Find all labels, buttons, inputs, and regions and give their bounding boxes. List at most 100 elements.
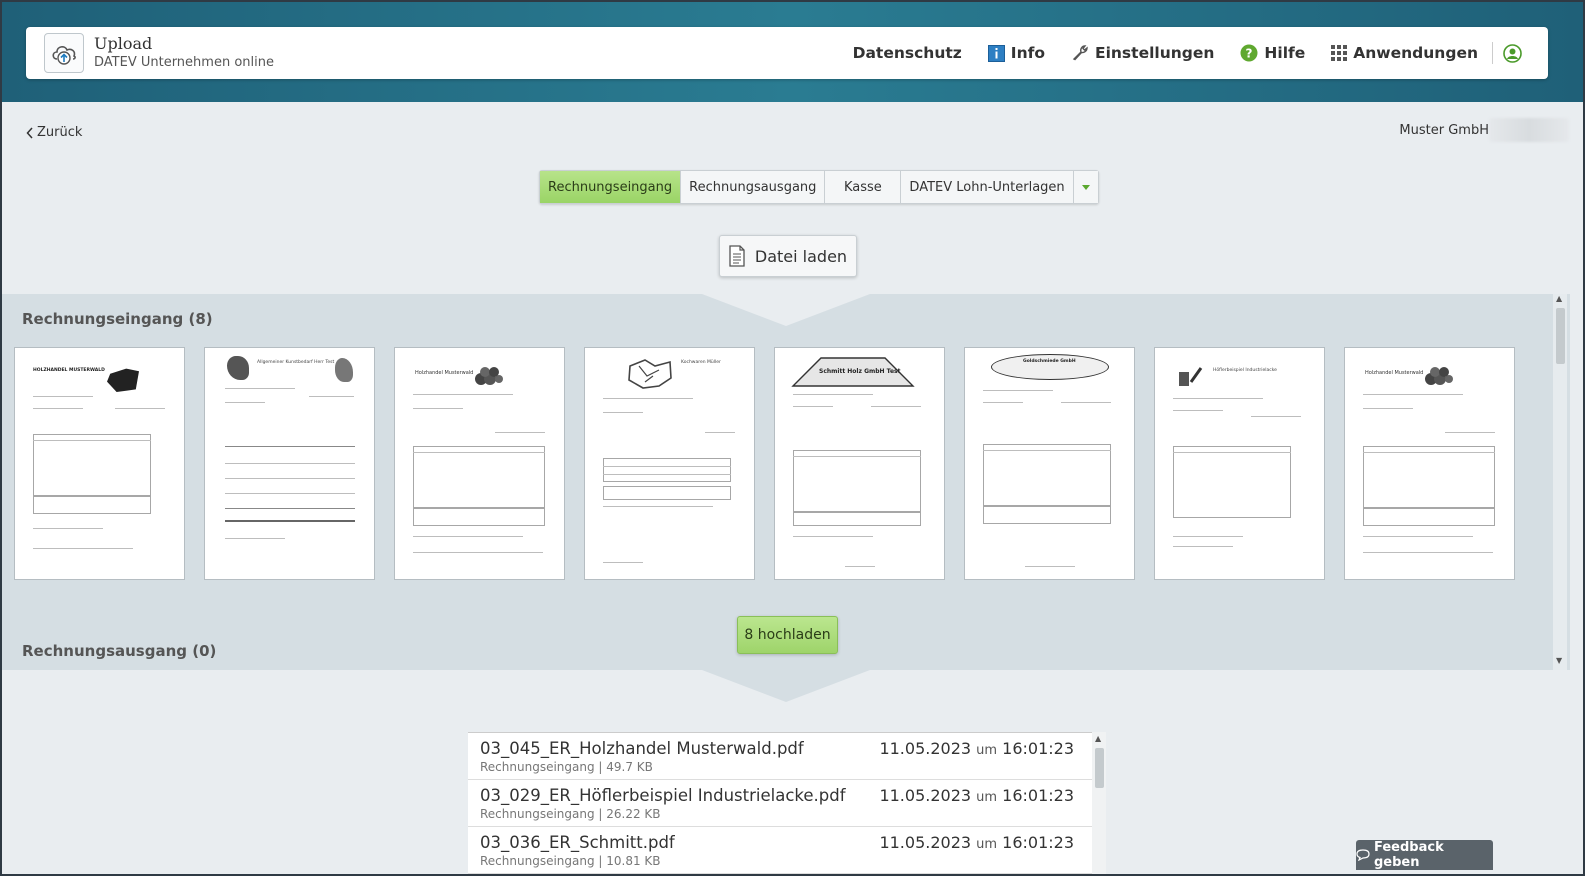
section-title-rechnungseingang: Rechnungseingang (8) [22,310,213,328]
thumb-line [603,562,643,563]
thumb-logo-text: Holzhandel Musterwald [1365,370,1424,376]
nav-anwendungen-label: Anwendungen [1353,44,1478,62]
svg-text:?: ? [1246,47,1253,61]
nav-info[interactable]: Info [987,44,1045,62]
thumb-line [413,452,545,453]
thumb-line [1363,408,1413,409]
panel-scrollbar[interactable]: ▲ ▼ [1553,294,1567,670]
scrollbar-thumb[interactable] [1556,308,1565,364]
thumb-line [603,466,731,467]
back-link[interactable]: Zurück [26,125,82,140]
thumb-table [603,458,731,482]
thumb-logo-text: Holzhandel Musterwald [415,370,474,376]
scrollbar-thumb[interactable] [1095,748,1104,788]
document-thumbnail[interactable]: Allgemeiner Kunstbedarf Herr Test [204,347,375,580]
thumb-line [1445,432,1495,433]
thumb-line [33,548,133,549]
document-thumbnail[interactable]: Kochwaren Müller [584,347,755,580]
list-item[interactable]: 03_045_ER_Holzhandel Musterwald.pdf Rech… [468,733,1092,780]
thumb-line [225,493,355,494]
upload-8-button[interactable]: 8 hochladen [737,616,838,654]
document-thumbnail[interactable]: Holzhandel Musterwald [1344,347,1515,580]
document-thumbnail[interactable]: Höflerbeispiel Industrielacke [1154,347,1325,580]
app-title: Upload [94,34,153,53]
nav-einstellungen[interactable]: Einstellungen [1071,44,1214,62]
file-time: 16:01:23 [1002,786,1074,805]
thumb-logo-text: Goldschmiede GmbH [1023,359,1076,364]
file-timestamp: 11.05.2023 um 16:01:23 [879,739,1074,758]
thumb-logo-text: Höflerbeispiel Industrielacke [1213,368,1277,373]
nav-hilfe-label: Hilfe [1264,44,1306,62]
thumb-line [1363,452,1495,453]
thumb-line [495,432,545,433]
thumb-table [983,506,1111,524]
thumb-line [225,538,285,539]
file-timestamp: 11.05.2023 um 16:01:23 [879,786,1074,805]
thumb-line [845,566,875,567]
scroll-up-icon[interactable]: ▲ [1556,294,1562,303]
thumb-line [225,520,355,522]
thumb-logo-icon [227,356,249,380]
file-time: 16:01:23 [1002,833,1074,852]
tab-rechnungseingang[interactable]: Rechnungseingang [540,171,682,203]
feedback-label: Feedback geben [1374,840,1444,870]
thumb-line [983,402,1023,403]
nav-divider [1492,42,1493,64]
thumb-line [33,396,93,397]
thumb-line [1173,546,1233,547]
thumb-line [1173,398,1263,399]
thumb-table [603,486,731,500]
panel-notch-bottom [702,670,870,702]
thumbnail-strip: HOLZHANDEL MUSTERWALD Allgemeiner Kunstb… [14,347,1534,580]
company-name: Muster GmbH [1399,123,1489,138]
list-scrollbar[interactable]: ▲ [1092,732,1106,874]
thumb-table [1363,446,1495,508]
scroll-down-icon[interactable]: ▼ [1556,656,1562,665]
thumb-line [1363,536,1473,537]
apps-grid-icon [1331,45,1348,61]
document-thumbnail[interactable]: HOLZHANDEL MUSTERWALD [14,347,185,580]
thumb-line [413,536,523,537]
section-title-rechnungsausgang: Rechnungsausgang (0) [22,642,217,660]
tab-kasse[interactable]: Kasse [825,171,902,203]
app-subtitle: DATEV Unternehmen online [94,55,274,70]
app-header: Upload DATEV Unternehmen online Datensch… [26,27,1548,79]
list-item[interactable]: 03_036_ER_Schmitt.pdf Rechnungseingang |… [468,827,1092,874]
thumb-line [225,402,265,403]
thumb-logo-text: Kochwaren Müller [681,360,721,365]
nav-hilfe[interactable]: ? Hilfe [1240,44,1305,62]
tab-rechnungsausgang[interactable]: Rechnungsausgang [681,171,826,203]
info-icon [987,44,1005,62]
document-thumbnail[interactable]: Goldschmiede GmbH [964,347,1135,580]
file-time: 16:01:23 [1002,739,1074,758]
upload-cloud-icon[interactable] [44,33,84,73]
oval-logo [991,354,1109,380]
document-thumbnail[interactable]: Holzhandel Musterwald [394,347,565,580]
caret-down-icon [1081,184,1090,190]
thumb-line [225,388,295,389]
user-avatar-icon [1503,43,1522,63]
thumb-table [1363,508,1495,526]
load-file-button[interactable]: Datei laden [719,235,857,277]
thumb-logo-text: HOLZHANDEL MUSTERWALD [33,368,105,373]
thumb-line [793,406,833,407]
segment-dropdown[interactable] [1073,171,1098,203]
scroll-up-icon[interactable]: ▲ [1095,734,1101,743]
list-item[interactable]: 03_029_ER_Höflerbeispiel Industrielacke.… [468,780,1092,827]
document-thumbnail[interactable]: Schmitt Holz GmbH Test [774,347,945,580]
back-label: Zurück [37,125,83,140]
nav-datenschutz-label: Datenschutz [852,44,962,62]
user-menu[interactable] [1503,43,1528,63]
thumb-line [1363,552,1493,553]
paint-brush-icon [1177,364,1203,394]
tab-lohn-unterlagen[interactable]: DATEV Lohn-Unterlagen [901,171,1074,203]
thumb-line [413,552,543,553]
feedback-button[interactable]: Feedback geben [1356,840,1493,870]
nav-anwendungen[interactable]: Anwendungen [1331,44,1478,62]
thumb-line [603,474,731,475]
thumb-line [793,394,873,395]
thumb-line [225,463,355,464]
thumb-line [309,396,354,397]
nav-datenschutz[interactable]: Datenschutz [853,44,962,62]
file-name: 03_045_ER_Holzhandel Musterwald.pdf [480,739,804,758]
